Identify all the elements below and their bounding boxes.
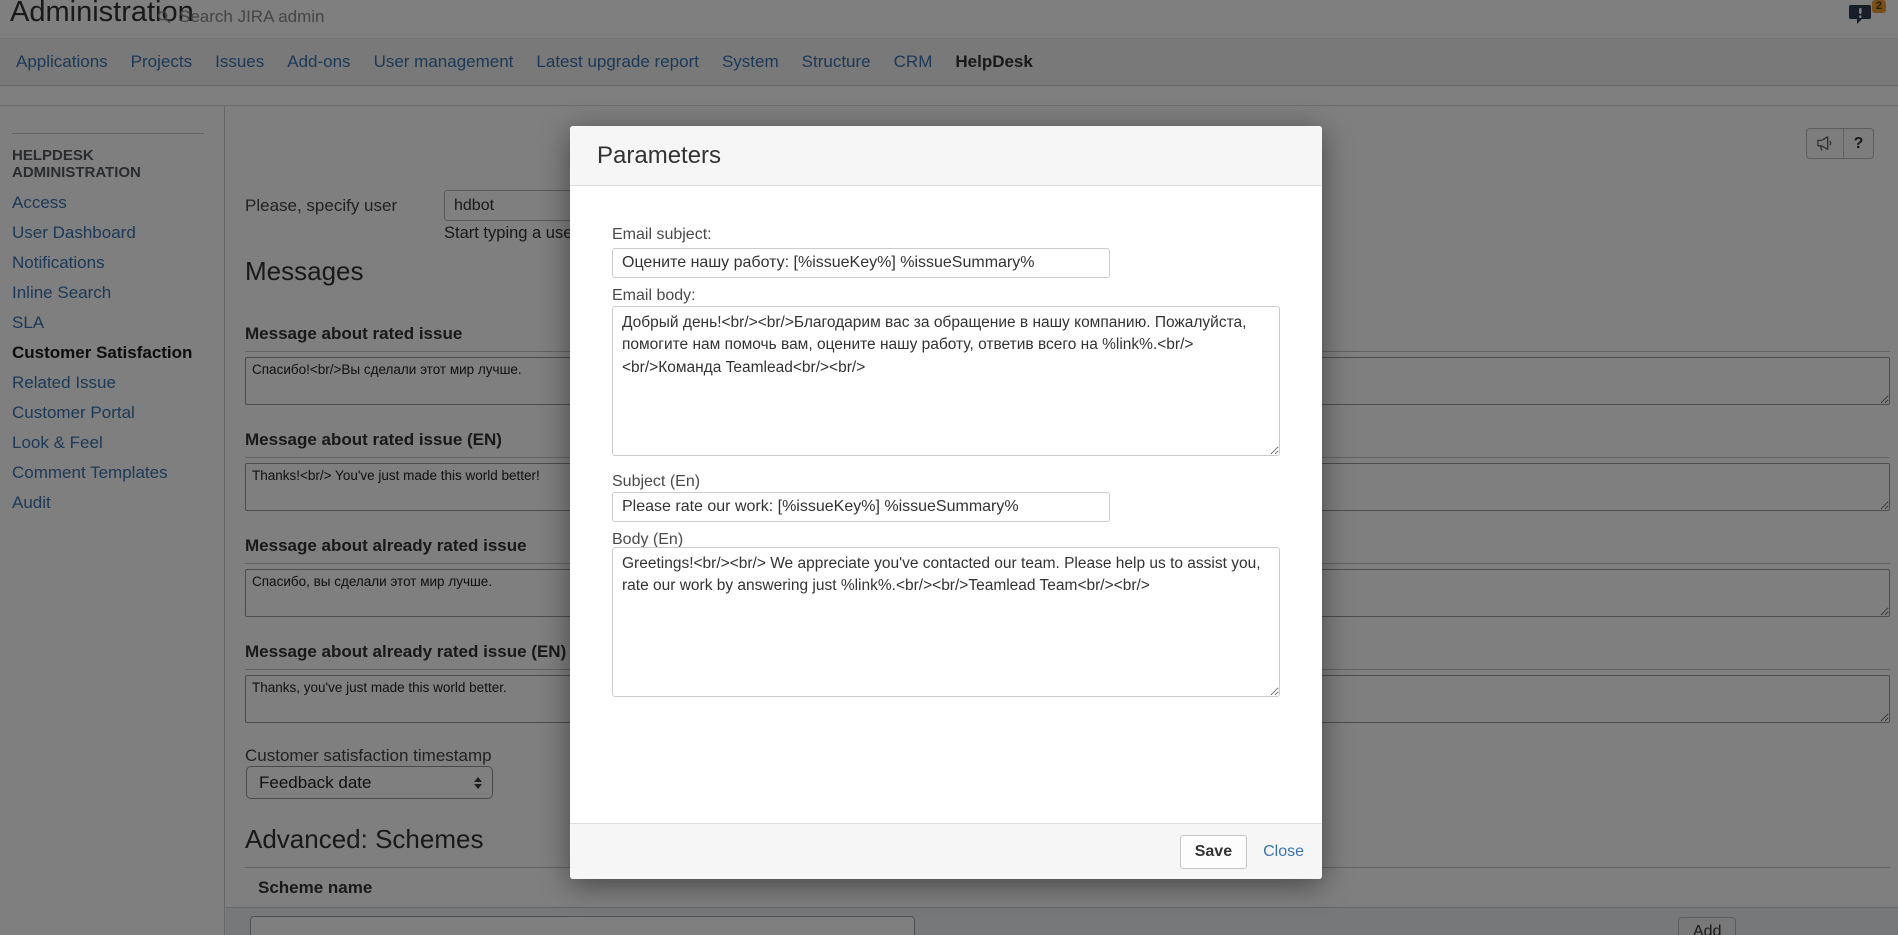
jira-admin-page: Administration 2 Applications Projects I… (0, 0, 1898, 935)
dialog-title: Parameters (597, 142, 721, 170)
dialog-footer: Save Close (570, 823, 1322, 879)
close-button[interactable]: Close (1263, 843, 1304, 861)
subject-en-label: Subject (En) (612, 473, 700, 491)
body-en-textarea[interactable]: Greetings!<br/><br/> We appreciate you'v… (612, 547, 1280, 697)
dialog-header: Parameters (570, 126, 1322, 186)
subject-en-input[interactable] (612, 492, 1110, 522)
email-subject-input[interactable] (612, 248, 1110, 278)
email-body-label: Email body: (612, 287, 696, 305)
parameters-dialog: Parameters Email subject: Email body: До… (570, 126, 1322, 879)
save-button[interactable]: Save (1180, 835, 1247, 869)
email-body-textarea[interactable]: Добрый день!<br/><br/>Благодарим вас за … (612, 306, 1280, 456)
dialog-body: Email subject: Email body: Добрый день!<… (570, 186, 1322, 822)
email-subject-label: Email subject: (612, 226, 712, 244)
